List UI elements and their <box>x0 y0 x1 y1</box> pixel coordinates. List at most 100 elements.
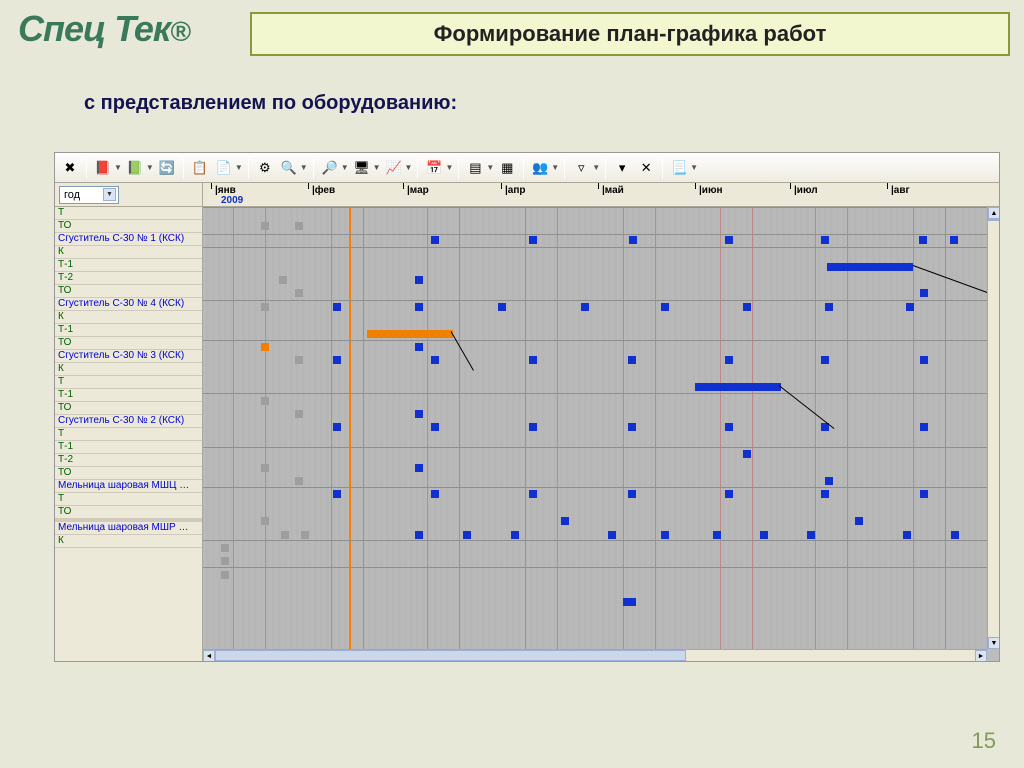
task-marker[interactable] <box>821 490 829 498</box>
gantt-chart[interactable]: 2009 |янв|фев|мар|апр|май|июн|июл|авг ▲ … <box>203 183 999 661</box>
task-marker[interactable] <box>725 356 733 364</box>
task-marker[interactable] <box>529 236 537 244</box>
row-icon[interactable]: ▤ <box>464 157 486 179</box>
equipment-group[interactable]: Сгуститель С-30 № 3 (КСК) <box>55 350 202 363</box>
task-marker[interactable] <box>261 397 269 405</box>
task-marker[interactable] <box>920 423 928 431</box>
task-marker[interactable] <box>463 531 471 539</box>
task-marker[interactable] <box>431 423 439 431</box>
scrollbar-vertical[interactable]: ▲ ▼ <box>987 207 999 649</box>
equipment-group[interactable]: Мельница шаровая МШЦ № 22 <box>55 480 202 493</box>
equipment-row[interactable]: Т <box>55 493 202 506</box>
task-marker[interactable] <box>725 423 733 431</box>
doc-red-icon[interactable]: 📕 <box>92 157 114 179</box>
list-icon[interactable]: 📋 <box>189 157 211 179</box>
filter-clear-icon[interactable]: ✕ <box>635 157 657 179</box>
period-select[interactable]: год ▼ <box>59 186 119 204</box>
equipment-row[interactable]: К <box>55 311 202 324</box>
task-marker[interactable] <box>951 531 959 539</box>
calendar-icon[interactable]: 📅 <box>423 157 445 179</box>
task-marker[interactable] <box>415 531 423 539</box>
equipment-row[interactable]: К <box>55 363 202 376</box>
equipment-row[interactable]: ТО <box>55 220 202 233</box>
task-marker[interactable] <box>415 410 423 418</box>
dropdown-arrow-icon[interactable]: ▼ <box>114 163 122 172</box>
task-marker[interactable] <box>743 303 751 311</box>
task-marker[interactable] <box>920 356 928 364</box>
task-marker[interactable] <box>295 477 303 485</box>
task-marker[interactable] <box>415 464 423 472</box>
equipment-row[interactable]: Т-1 <box>55 441 202 454</box>
task-marker[interactable] <box>561 517 569 525</box>
task-marker[interactable] <box>333 490 341 498</box>
equipment-group[interactable]: Сгуститель С-30 № 2 (КСК) <box>55 415 202 428</box>
task-marker[interactable] <box>498 303 506 311</box>
equipment-row[interactable]: ТО <box>55 337 202 350</box>
task-marker[interactable] <box>295 222 303 230</box>
equipment-row[interactable]: ТО <box>55 506 202 519</box>
dropdown-arrow-icon[interactable]: ▼ <box>592 163 600 172</box>
task-marker[interactable] <box>261 464 269 472</box>
page-icon[interactable]: 📃 <box>668 157 690 179</box>
task-marker[interactable] <box>261 343 269 351</box>
task-marker[interactable] <box>261 517 269 525</box>
grid-icon[interactable]: ▦ <box>496 157 518 179</box>
task-marker[interactable] <box>221 571 229 579</box>
equipment-row[interactable]: Т <box>55 376 202 389</box>
task-marker[interactable] <box>581 303 589 311</box>
filter2-icon[interactable]: ▾ <box>611 157 633 179</box>
task-marker[interactable] <box>511 531 519 539</box>
task-marker[interactable] <box>628 423 636 431</box>
task-marker[interactable] <box>295 289 303 297</box>
equipment-row[interactable]: ТО <box>55 402 202 415</box>
task-marker[interactable] <box>333 423 341 431</box>
task-marker[interactable] <box>261 222 269 230</box>
sheet-icon[interactable]: 📄 <box>213 157 235 179</box>
task-marker[interactable] <box>301 531 309 539</box>
dropdown-arrow-icon[interactable]: ▼ <box>486 163 494 172</box>
dropdown-arrow-icon[interactable]: ▼ <box>341 163 349 172</box>
task-marker[interactable] <box>333 303 341 311</box>
delete-icon[interactable]: ✖ <box>59 157 81 179</box>
task-marker[interactable] <box>415 276 423 284</box>
filter-icon[interactable]: ▿ <box>570 157 592 179</box>
task-marker[interactable] <box>529 490 537 498</box>
scroll-up-icon[interactable]: ▲ <box>988 207 999 219</box>
task-marker[interactable] <box>743 450 751 458</box>
chart-icon[interactable]: 📈 <box>383 157 405 179</box>
equipment-row[interactable]: К <box>55 535 202 548</box>
task-marker[interactable] <box>281 531 289 539</box>
scroll-left-icon[interactable]: ◄ <box>203 650 215 661</box>
dropdown-arrow-icon[interactable]: ▼ <box>405 163 413 172</box>
task-marker[interactable] <box>415 303 423 311</box>
dropdown-arrow-icon[interactable]: ▼ <box>146 163 154 172</box>
task-marker[interactable] <box>431 236 439 244</box>
equipment-group[interactable]: Сгуститель С-30 № 4 (КСК) <box>55 298 202 311</box>
equipment-row[interactable]: Т-1 <box>55 324 202 337</box>
task-marker[interactable] <box>431 490 439 498</box>
equipment-row[interactable]: Т-1 <box>55 389 202 402</box>
task-marker[interactable] <box>919 236 927 244</box>
task-marker[interactable] <box>333 356 341 364</box>
task-bar[interactable] <box>367 330 453 338</box>
task-marker[interactable] <box>807 531 815 539</box>
zoom-icon[interactable]: 🔎 <box>319 157 341 179</box>
equipment-row[interactable]: Т-2 <box>55 454 202 467</box>
task-marker[interactable] <box>279 276 287 284</box>
doc-green-icon[interactable]: 📗 <box>124 157 146 179</box>
task-marker[interactable] <box>529 423 537 431</box>
task-marker[interactable] <box>725 236 733 244</box>
task-marker[interactable] <box>261 303 269 311</box>
dropdown-arrow-icon[interactable]: ▼ <box>373 163 381 172</box>
find-icon[interactable]: 🔍 <box>278 157 300 179</box>
task-bar[interactable] <box>695 383 781 391</box>
task-marker[interactable] <box>629 236 637 244</box>
task-marker[interactable] <box>295 356 303 364</box>
equipment-row[interactable]: ТО <box>55 285 202 298</box>
equipment-row[interactable]: Т-1 <box>55 259 202 272</box>
task-marker[interactable] <box>855 517 863 525</box>
task-marker[interactable] <box>628 598 636 606</box>
task-marker[interactable] <box>821 356 829 364</box>
people-icon[interactable]: 👥 <box>529 157 551 179</box>
task-marker[interactable] <box>725 490 733 498</box>
